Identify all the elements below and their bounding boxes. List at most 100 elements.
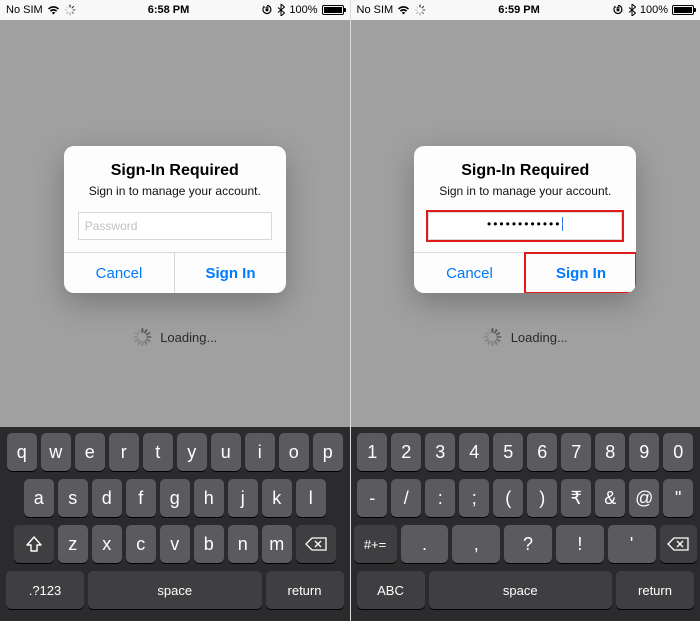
- key-9[interactable]: 9: [629, 433, 659, 471]
- alert-message: Sign in to manage your account.: [78, 184, 272, 198]
- shift-key[interactable]: [14, 525, 54, 563]
- key-:[interactable]: :: [425, 479, 455, 517]
- key-s[interactable]: s: [58, 479, 88, 517]
- key-b[interactable]: b: [194, 525, 224, 563]
- cancel-button[interactable]: Cancel: [414, 253, 525, 293]
- key-h[interactable]: h: [194, 479, 224, 517]
- space-key[interactable]: space: [429, 571, 613, 609]
- keyboard-numeric: 1234567890 -/:;()₹&@" #+= .,?!' ABC spac…: [351, 427, 700, 621]
- keyboard-qwerty: qwertyuiop asdfghjkl zxcvbnm .?123 space…: [0, 427, 350, 621]
- key-/[interactable]: /: [391, 479, 421, 517]
- mode-switch-key[interactable]: .?123: [6, 571, 84, 609]
- key-i[interactable]: i: [245, 433, 275, 471]
- signin-alert: Sign-In Required Sign in to manage your …: [64, 146, 286, 293]
- key-6[interactable]: 6: [527, 433, 557, 471]
- key-m[interactable]: m: [262, 525, 292, 563]
- loading-label: Loading...: [160, 330, 217, 345]
- key-z[interactable]: z: [58, 525, 88, 563]
- password-input[interactable]: ••••••••••••: [428, 212, 622, 240]
- spinner-icon: [132, 328, 150, 346]
- keyboard-row-1: 1234567890: [354, 433, 698, 471]
- key-r[interactable]: r: [109, 433, 139, 471]
- key-j[interactable]: j: [228, 479, 258, 517]
- loading-status-icon: [64, 4, 76, 16]
- key-w[interactable]: w: [41, 433, 71, 471]
- return-key[interactable]: return: [266, 571, 344, 609]
- wifi-icon: [397, 5, 410, 15]
- password-value: ••••••••••••: [487, 217, 561, 231]
- keyboard-row-2: asdfghjkl: [3, 479, 347, 517]
- key-"[interactable]: ": [663, 479, 693, 517]
- key--[interactable]: -: [357, 479, 387, 517]
- backspace-key[interactable]: [660, 525, 697, 563]
- key-v[interactable]: v: [160, 525, 190, 563]
- return-key[interactable]: return: [616, 571, 694, 609]
- phone-screen-right: No SIM 6:59 PM 100%: [350, 0, 700, 621]
- key-d[interactable]: d: [92, 479, 122, 517]
- key-?[interactable]: ?: [504, 525, 552, 563]
- symbols-key[interactable]: #+=: [354, 525, 397, 563]
- loading-indicator: Loading...: [483, 328, 568, 346]
- key-&[interactable]: &: [595, 479, 625, 517]
- status-bar: No SIM 6:59 PM 100%: [351, 0, 700, 20]
- key-u[interactable]: u: [211, 433, 241, 471]
- keyboard-row-1: qwertyuiop: [3, 433, 347, 471]
- key-n[interactable]: n: [228, 525, 258, 563]
- status-time: 6:58 PM: [148, 4, 190, 16]
- key-o[interactable]: o: [279, 433, 309, 471]
- key-c[interactable]: c: [126, 525, 156, 563]
- key-'[interactable]: ': [608, 525, 656, 563]
- key-,[interactable]: ,: [452, 525, 500, 563]
- key-7[interactable]: 7: [561, 433, 591, 471]
- abc-key[interactable]: ABC: [357, 571, 425, 609]
- key-1[interactable]: 1: [357, 433, 387, 471]
- key-e[interactable]: e: [75, 433, 105, 471]
- key-8[interactable]: 8: [595, 433, 625, 471]
- key-)[interactable]: ): [527, 479, 557, 517]
- key-f[interactable]: f: [126, 479, 156, 517]
- key-0[interactable]: 0: [663, 433, 693, 471]
- signin-button[interactable]: Sign In: [525, 253, 637, 293]
- carrier-label: No SIM: [357, 4, 394, 16]
- key-;[interactable]: ;: [459, 479, 489, 517]
- key-y[interactable]: y: [177, 433, 207, 471]
- backspace-key[interactable]: [296, 525, 336, 563]
- space-key[interactable]: space: [88, 571, 262, 609]
- key-g[interactable]: g: [160, 479, 190, 517]
- key-l[interactable]: l: [296, 479, 326, 517]
- key-4[interactable]: 4: [459, 433, 489, 471]
- keyboard-row-3: zxcvbnm: [3, 525, 347, 563]
- password-input[interactable]: [78, 212, 272, 240]
- bluetooth-icon: [628, 4, 636, 16]
- battery-percent: 100%: [289, 4, 317, 16]
- key-2[interactable]: 2: [391, 433, 421, 471]
- key-a[interactable]: a: [24, 479, 54, 517]
- key-t[interactable]: t: [143, 433, 173, 471]
- key-x[interactable]: x: [92, 525, 122, 563]
- key-p[interactable]: p: [313, 433, 343, 471]
- orientation-lock-icon: [612, 4, 624, 16]
- signin-alert: Sign-In Required Sign in to manage your …: [414, 146, 636, 293]
- alert-title: Sign-In Required: [78, 162, 272, 180]
- key-5[interactable]: 5: [493, 433, 523, 471]
- keyboard-row-4: .?123 space return: [3, 571, 347, 609]
- key-k[interactable]: k: [262, 479, 292, 517]
- text-cursor: [562, 217, 563, 231]
- loading-label: Loading...: [511, 330, 568, 345]
- signin-button[interactable]: Sign In: [174, 253, 286, 293]
- key-([interactable]: (: [493, 479, 523, 517]
- key-@[interactable]: @: [629, 479, 659, 517]
- keyboard-row-4: ABC space return: [354, 571, 698, 609]
- cancel-button[interactable]: Cancel: [64, 253, 175, 293]
- wifi-icon: [47, 5, 60, 15]
- key-![interactable]: !: [556, 525, 604, 563]
- keyboard-row-3: #+= .,?!': [354, 525, 698, 563]
- carrier-label: No SIM: [6, 4, 43, 16]
- key-₹[interactable]: ₹: [561, 479, 591, 517]
- phone-screen-left: No SIM 6:58 PM 100%: [0, 0, 350, 621]
- status-bar: No SIM 6:58 PM 100%: [0, 0, 350, 20]
- key-q[interactable]: q: [7, 433, 37, 471]
- bluetooth-icon: [277, 4, 285, 16]
- key-.[interactable]: .: [401, 525, 449, 563]
- key-3[interactable]: 3: [425, 433, 455, 471]
